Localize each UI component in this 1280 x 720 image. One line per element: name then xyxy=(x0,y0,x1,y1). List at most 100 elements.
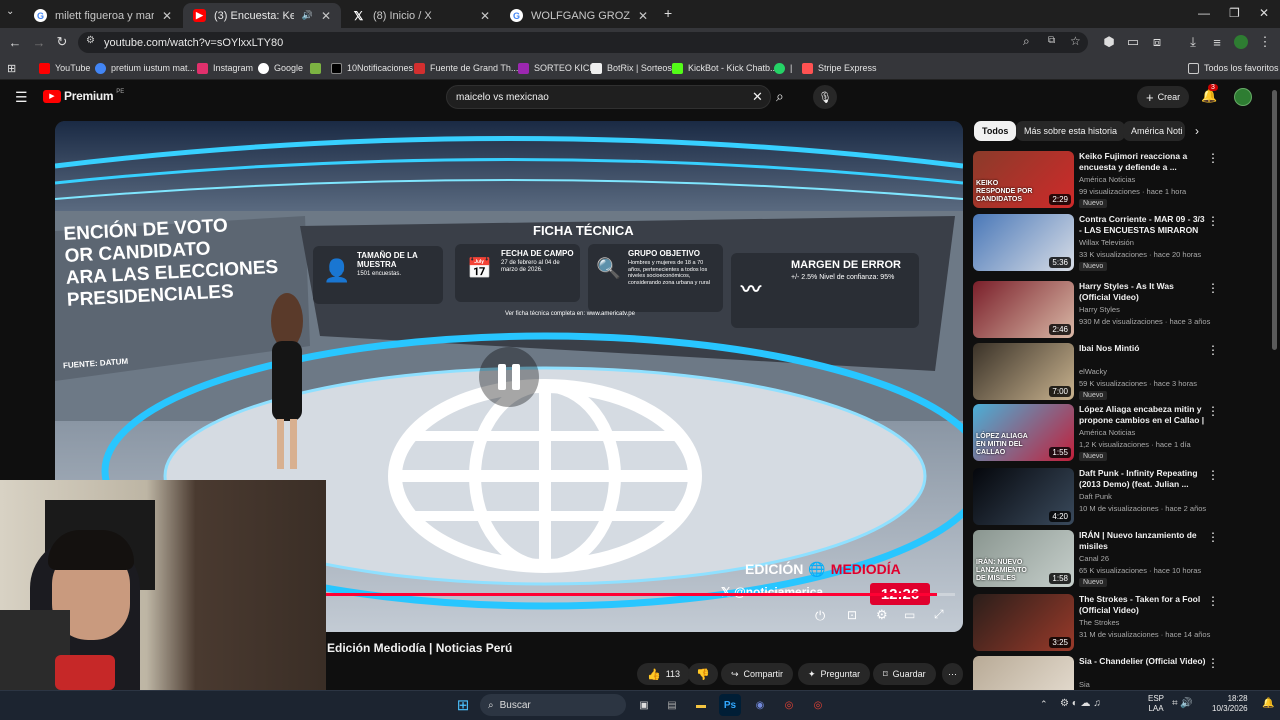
recommendation-title[interactable]: Daft Punk - Infinity Repeating (2013 Dem… xyxy=(1079,468,1207,490)
profile-avatar-icon[interactable] xyxy=(1232,33,1250,51)
bookmark-10notificaciones[interactable]: 10Notificaciones xyxy=(331,60,413,76)
recommendation-card[interactable]: 4:20 Daft Punk - Infinity Repeating (2013… xyxy=(973,468,1228,526)
extensions-puzzle-icon[interactable]: ⧈ xyxy=(1148,33,1166,51)
tray-icons[interactable]: ⚙ ◐ ☁ ♫ xyxy=(1060,698,1101,709)
chip-america-noticias[interactable]: América Noti xyxy=(1123,121,1185,141)
video-thumbnail[interactable]: KEIKO RESPONDE POR CANDIDATOS 2:29 xyxy=(973,151,1074,208)
channel-name[interactable]: América Noticias xyxy=(1079,428,1135,437)
channel-name[interactable]: Harry Styles xyxy=(1079,305,1120,314)
create-button[interactable]: + Crear xyxy=(1137,86,1190,108)
recommendation-title[interactable]: Ibai Nos Mintió xyxy=(1079,343,1207,354)
channel-name[interactable]: elWacky xyxy=(1079,367,1107,376)
youtube-logo[interactable]: ▶ Premium PE xyxy=(43,89,124,103)
channel-name[interactable]: The Strokes xyxy=(1079,618,1119,627)
share-button[interactable]: ↪ Compartir xyxy=(721,663,794,685)
hamburger-menu-icon[interactable]: ☰ xyxy=(15,89,28,106)
more-actions-button[interactable]: ⋯ xyxy=(942,663,963,685)
chip-todos[interactable]: Todos xyxy=(974,121,1017,141)
photoshop-icon[interactable]: Ps xyxy=(719,694,741,716)
windows-start-icon[interactable]: ⊞ xyxy=(452,694,474,716)
recommendation-card[interactable]: 2:46 Harry Styles - As It Was (Official V… xyxy=(973,281,1228,339)
video-thumbnail[interactable]: 7:00 xyxy=(973,343,1074,400)
address-bar[interactable]: ⚙ youtube.com/watch?v=sOYlxxLTY80 ⌕ ⧉ ☆ xyxy=(78,32,1088,53)
recommendation-card[interactable]: LÓPEZ ALIAGA EN MITIN DEL CALLAO 1:55 Lópe… xyxy=(973,404,1228,462)
bookmark-unnamed[interactable] xyxy=(310,60,326,76)
chrome-menu-icon[interactable]: ⋮ xyxy=(1256,33,1274,51)
network-volume-icons[interactable]: ⌗ 🔊 xyxy=(1172,698,1193,709)
task-view-icon[interactable]: ▣ xyxy=(633,694,655,716)
chrome-alt-icon[interactable]: ◎ xyxy=(807,694,829,716)
close-icon[interactable]: ✕ xyxy=(321,9,331,23)
bookmark-botrix[interactable]: BotRix | Sorteos xyxy=(591,60,672,76)
recommendation-title[interactable]: Keiko Fujimori reacciona a encuesta y de… xyxy=(1079,151,1207,173)
more-vert-icon[interactable]: ⋮ xyxy=(1207,404,1219,418)
like-button[interactable]: 👍 113 xyxy=(637,663,691,685)
fullscreen-icon[interactable]: ⤢ xyxy=(934,607,944,622)
bookmark-youtube[interactable]: YouTube xyxy=(39,60,90,76)
account-avatar[interactable] xyxy=(1234,88,1252,106)
tab-3[interactable]: G WOLFGANG GROZO - Buscar con ✕ xyxy=(500,3,658,28)
recommendation-title[interactable]: Contra Corriente - MAR 09 - 3/3 - LAS EN… xyxy=(1079,214,1207,236)
recommendation-title[interactable]: The Strokes - Taken for a Fool (Official… xyxy=(1079,594,1207,616)
recommendation-card[interactable]: 7:00 Ibai Nos Mintió elWacky 59 K visualiza… xyxy=(973,343,1228,401)
close-icon[interactable]: ✕ xyxy=(162,9,172,23)
clear-search-icon[interactable]: ✕ xyxy=(752,89,763,105)
forward-icon[interactable]: → xyxy=(30,33,48,51)
settings-gear-icon[interactable]: ⚙ xyxy=(876,607,888,623)
window-close-icon[interactable]: ✕ xyxy=(1259,6,1269,20)
dislike-button[interactable]: 👎 xyxy=(688,663,718,685)
bookmark-kickbot[interactable]: KickBot - Kick Chatb... xyxy=(672,60,778,76)
recommendation-title[interactable]: Sia - Chandelier (Official Video) xyxy=(1079,656,1207,667)
bookmark-gta[interactable]: Fuente de Grand Th... xyxy=(414,60,518,76)
bookmark-whatsapp[interactable]: | xyxy=(774,60,792,76)
autoplay-toggle-icon[interactable]: ⏻ xyxy=(815,608,825,624)
restore-icon[interactable]: ❐ xyxy=(1229,6,1240,20)
all-bookmarks[interactable]: Todos los favoritos xyxy=(1188,60,1279,76)
more-vert-icon[interactable]: ⋮ xyxy=(1207,281,1219,295)
media-control-icon[interactable]: ≡ xyxy=(1208,33,1226,51)
bookmark-sorteo-kick[interactable]: SORTEO KICK xyxy=(518,60,595,76)
more-vert-icon[interactable]: ⋮ xyxy=(1207,343,1219,357)
new-tab-icon[interactable]: + xyxy=(664,5,672,21)
site-info-icon[interactable]: ⚙ xyxy=(86,35,95,46)
reload-icon[interactable]: ↻ xyxy=(53,33,71,51)
channel-name[interactable]: Daft Punk xyxy=(1079,492,1112,501)
speaker-icon[interactable]: 🔊 xyxy=(302,10,313,21)
bookmark-google[interactable]: Google xyxy=(258,60,303,76)
channel-name[interactable]: América Noticias xyxy=(1079,175,1135,184)
recommendation-card[interactable]: KEIKO RESPONDE POR CANDIDATOS 2:29 Keiko F… xyxy=(973,151,1228,209)
microphone-icon[interactable]: 🎙 xyxy=(813,85,837,109)
tab-1[interactable]: ▶ (3) Encuesta: Keiko Fujimori 🔊 ✕ xyxy=(183,3,341,28)
more-vert-icon[interactable]: ⋮ xyxy=(1207,151,1219,165)
more-vert-icon[interactable]: ⋮ xyxy=(1207,530,1219,544)
chrome-icon[interactable]: ◎ xyxy=(778,694,800,716)
notification-center-icon[interactable]: 🔔 xyxy=(1262,698,1274,709)
extension-icon[interactable]: ⬢ xyxy=(1100,33,1118,51)
bookmark-pretium[interactable]: pretium iustum mat... xyxy=(95,60,195,76)
back-icon[interactable]: ← xyxy=(6,33,24,51)
language-indicator[interactable]: ESP LAA xyxy=(1148,694,1164,714)
video-thumbnail[interactable]: LÓPEZ ALIAGA EN MITIN DEL CALLAO 1:55 xyxy=(973,404,1074,461)
tab-0[interactable]: G milett figueroa y marcelo tinelli ✕ xyxy=(24,3,182,28)
search-input[interactable]: maicelo vs mexicnao ✕ xyxy=(446,85,771,109)
tab-2[interactable]: 𝕏 (8) Inicio / X ✕ xyxy=(342,3,500,28)
channel-name[interactable]: Sia xyxy=(1079,680,1090,689)
video-thumbnail[interactable]: IRÁN: NUEVO LANZAMIENTO DE MISILES 1:58 xyxy=(973,530,1074,587)
recommendation-title[interactable]: IRÁN | Nuevo lanzamiento de misiles xyxy=(1079,530,1207,552)
scrollbar-thumb[interactable] xyxy=(1272,90,1277,350)
tab-search-icon[interactable]: ⌄ xyxy=(6,6,14,17)
bookmark-stripe[interactable]: Stripe Express xyxy=(802,60,877,76)
theater-mode-icon[interactable]: ▭ xyxy=(904,608,915,622)
recommendation-title[interactable]: López Aliaga encabeza mitin y propone ca… xyxy=(1079,404,1207,426)
more-vert-icon[interactable]: ⋮ xyxy=(1207,656,1219,670)
discord-icon[interactable]: ◉ xyxy=(749,694,771,716)
install-icon[interactable]: ⧉ xyxy=(1048,35,1055,46)
more-vert-icon[interactable]: ⋮ xyxy=(1207,214,1219,228)
download-icon[interactable]: ⤓ xyxy=(1184,33,1202,51)
files-icon[interactable]: ▤ xyxy=(661,694,683,716)
close-icon[interactable]: ✕ xyxy=(480,9,490,23)
video-thumbnail[interactable]: 2:46 xyxy=(973,281,1074,338)
video-thumbnail[interactable]: 5:36 xyxy=(973,214,1074,271)
extension-icon[interactable]: ▭ xyxy=(1124,33,1142,51)
bookmark-star-icon[interactable]: ☆ xyxy=(1070,34,1081,48)
